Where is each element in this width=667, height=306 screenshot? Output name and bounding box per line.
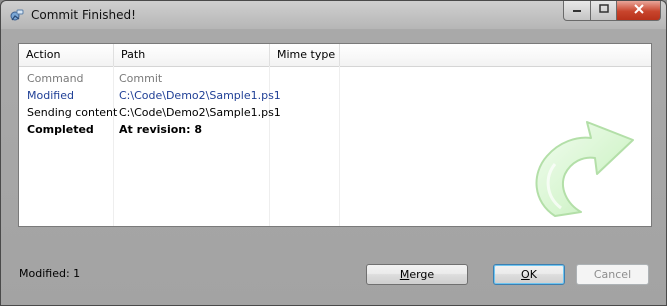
action-cell: Command — [27, 72, 84, 85]
maximize-icon — [598, 4, 609, 17]
close-icon — [633, 4, 645, 17]
column-header-path[interactable]: Path — [114, 44, 270, 66]
minimize-icon — [572, 4, 582, 17]
path-cell: C:\Code\Demo2\Sample1.ps1 — [119, 89, 281, 102]
commit-app-icon — [9, 7, 25, 23]
close-button[interactable] — [617, 1, 661, 21]
action-cell: Sending content — [27, 106, 118, 119]
list-row[interactable]: Command Commit — [19, 70, 651, 87]
path-cell: C:\Code\Demo2\Sample1.ps1 — [119, 106, 281, 119]
curved-arrow-icon — [525, 104, 643, 224]
cancel-button[interactable]: Cancel — [576, 264, 649, 285]
title-bar: Commit Finished! — [1, 1, 666, 29]
list-row[interactable]: Modified C:\Code\Demo2\Sample1.ps1 — [19, 87, 651, 104]
commit-finished-dialog: Commit Finished! Action Path Mime type C… — [0, 0, 667, 306]
list-header: Action Path Mime type — [19, 44, 651, 67]
path-cell: Commit — [119, 72, 163, 85]
action-cell: Modified — [27, 89, 74, 102]
minimize-button[interactable] — [563, 1, 591, 21]
window-title: Commit Finished! — [31, 8, 136, 22]
results-list[interactable]: Action Path Mime type Command Commit Mod… — [18, 43, 652, 227]
path-cell: At revision: 8 — [119, 123, 203, 136]
maximize-button[interactable] — [591, 1, 617, 21]
ok-button-label: OK — [521, 268, 537, 281]
merge-button[interactable]: Merge — [366, 264, 468, 285]
status-text: Modified: 1 — [19, 267, 81, 280]
merge-button-label: Merge — [399, 268, 435, 281]
column-header-mime-type[interactable]: Mime type — [270, 44, 340, 66]
column-header-action[interactable]: Action — [19, 44, 114, 66]
caption-buttons — [563, 1, 661, 21]
action-cell: Completed — [27, 123, 94, 136]
ok-button[interactable]: OK — [493, 264, 565, 285]
